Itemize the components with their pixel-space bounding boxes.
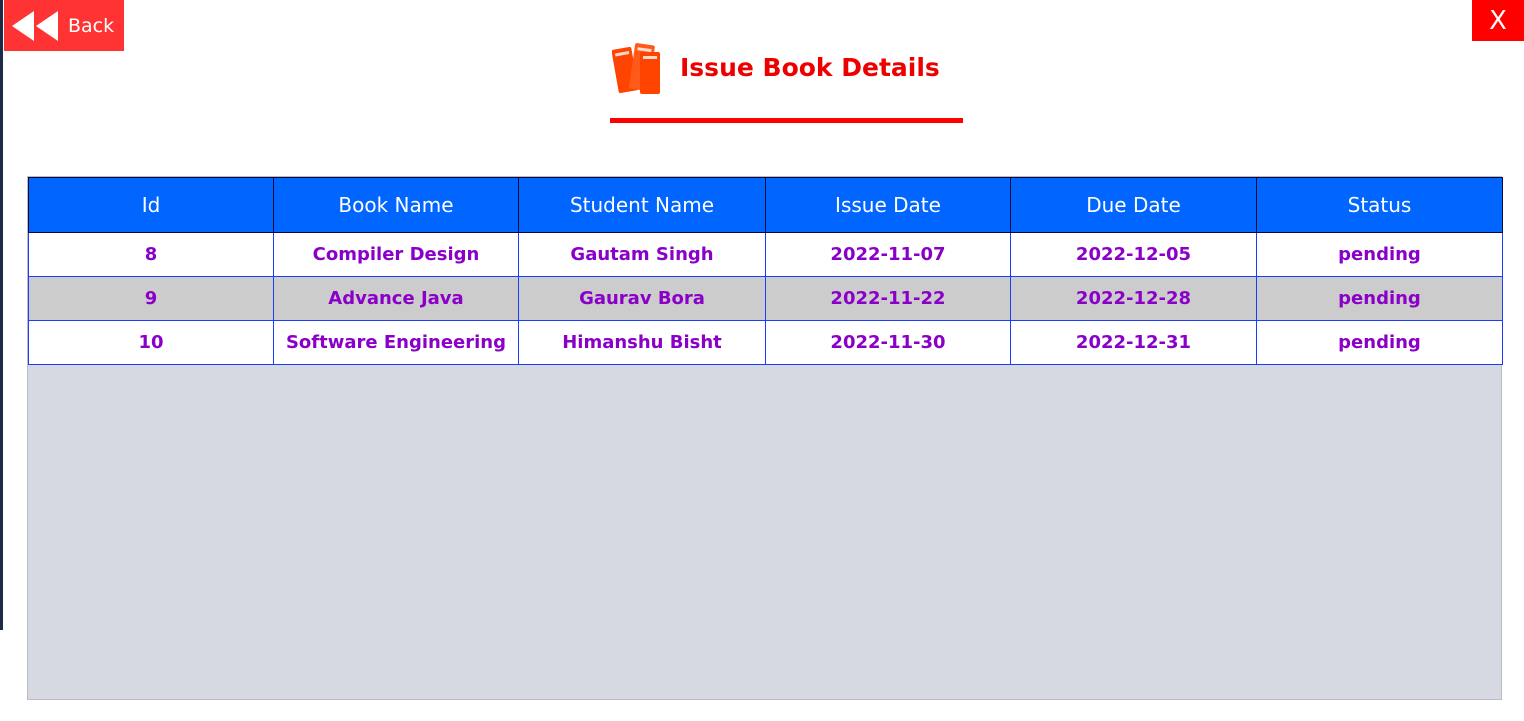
issued-books-table-panel: Id Book Name Student Name Issue Date Due… — [27, 176, 1503, 700]
cell-status[interactable]: pending — [1256, 232, 1503, 277]
page-header: Issue Book Details — [612, 38, 940, 96]
cell-id[interactable]: 8 — [28, 232, 274, 277]
title-underline — [610, 118, 963, 123]
cell-id[interactable]: 9 — [28, 276, 274, 321]
table-row[interactable]: 9 Advance Java Gaurav Bora 2022-11-22 20… — [28, 276, 1503, 321]
cell-book-name[interactable]: Advance Java — [273, 276, 519, 321]
column-header-student-name[interactable]: Student Name — [518, 177, 766, 233]
cell-issue-date[interactable]: 2022-11-30 — [765, 320, 1011, 365]
rewind-icon — [12, 10, 58, 41]
close-button-label: X — [1489, 5, 1507, 36]
column-header-book-name[interactable]: Book Name — [273, 177, 519, 233]
column-header-due-date[interactable]: Due Date — [1010, 177, 1257, 233]
cell-due-date[interactable]: 2022-12-28 — [1010, 276, 1257, 321]
cell-id[interactable]: 10 — [28, 320, 274, 365]
cell-status[interactable]: pending — [1256, 320, 1503, 365]
column-header-issue-date[interactable]: Issue Date — [765, 177, 1011, 233]
column-header-id[interactable]: Id — [28, 177, 274, 233]
back-button-label: Back — [68, 14, 115, 37]
background-window-edge — [0, 0, 3, 630]
issued-books-table: Id Book Name Student Name Issue Date Due… — [28, 177, 1503, 365]
cell-student-name[interactable]: Gaurav Bora — [518, 276, 766, 321]
books-icon — [612, 43, 660, 94]
cell-student-name[interactable]: Gautam Singh — [518, 232, 766, 277]
cell-book-name[interactable]: Compiler Design — [273, 232, 519, 277]
table-row[interactable]: 10 Software Engineering Himanshu Bisht 2… — [28, 320, 1503, 365]
column-header-status[interactable]: Status — [1256, 177, 1503, 233]
close-button[interactable]: X — [1472, 0, 1524, 41]
cell-due-date[interactable]: 2022-12-05 — [1010, 232, 1257, 277]
cell-student-name[interactable]: Himanshu Bisht — [518, 320, 766, 365]
cell-issue-date[interactable]: 2022-11-22 — [765, 276, 1011, 321]
back-button[interactable]: Back — [4, 0, 124, 51]
table-row[interactable]: 8 Compiler Design Gautam Singh 2022-11-0… — [28, 232, 1503, 277]
table-header-row: Id Book Name Student Name Issue Date Due… — [28, 177, 1503, 233]
page-title: Issue Book Details — [680, 52, 940, 82]
cell-book-name[interactable]: Software Engineering — [273, 320, 519, 365]
cell-status[interactable]: pending — [1256, 276, 1503, 321]
cell-issue-date[interactable]: 2022-11-07 — [765, 232, 1011, 277]
cell-due-date[interactable]: 2022-12-31 — [1010, 320, 1257, 365]
